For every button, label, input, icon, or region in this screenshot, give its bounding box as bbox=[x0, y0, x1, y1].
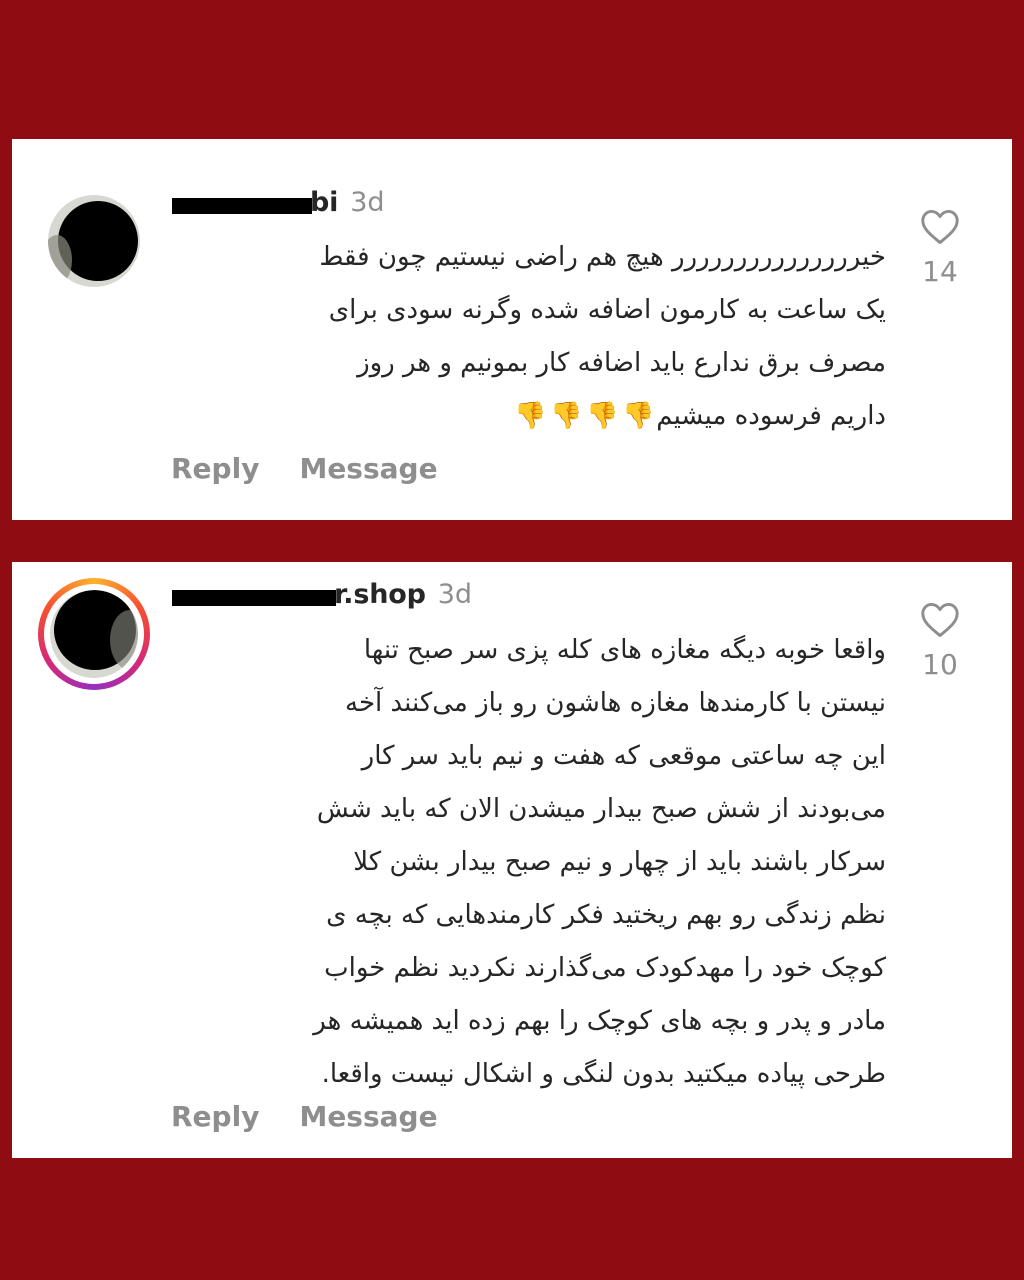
avatar[interactable] bbox=[38, 578, 150, 690]
like-count: 14 bbox=[922, 255, 958, 288]
comment-actions: Reply Message bbox=[171, 452, 438, 485]
comment-line: مصرف برق ندارع باید اضافه کار بمونیم و ه… bbox=[357, 348, 886, 378]
thumbs-down-icon: 👎 bbox=[586, 401, 619, 431]
comment-line: واقعا خوبه دیگه مغازه های کله پزی سر صبح… bbox=[363, 635, 886, 665]
redaction-bar bbox=[172, 197, 312, 214]
comment-line: کوچک خود را مهدکودک می‌گذارند نکردید نظم… bbox=[324, 953, 886, 983]
username[interactable]: bi bbox=[172, 187, 338, 218]
heart-outline-icon[interactable] bbox=[910, 209, 970, 245]
redaction-bar bbox=[172, 589, 336, 606]
comment-header: r.shop 3d bbox=[172, 576, 472, 612]
comment-line: سرکار باشند باید از چهار و نیم صبح بیدار… bbox=[353, 847, 886, 877]
comment-text: واقعا خوبه دیگه مغازه های کله پزی سر صبح… bbox=[146, 624, 886, 1101]
avatar[interactable] bbox=[48, 195, 140, 287]
comment-line: خیررررررررررررررر هیچ هم راضی نیستیم چون… bbox=[319, 242, 886, 272]
comment-line: داریم فرسوده میشیم 👎👎👎👎 bbox=[166, 390, 886, 443]
comment-line: نظم زندگی رو بهم ریختید فکر کارمندهایی ک… bbox=[326, 900, 886, 930]
comment-card: r.shop 3d واقعا خوبه دیگه مغازه های کله … bbox=[12, 562, 1012, 1158]
comment-line: طرحی پیاده میکتید بدون لنگی و اشکال نیست… bbox=[321, 1059, 886, 1089]
comment-line: نیستن با کارمندها مغازه هاشون رو باز می‌… bbox=[345, 688, 886, 718]
heart-outline-icon[interactable] bbox=[910, 602, 970, 638]
username[interactable]: r.shop bbox=[172, 579, 426, 610]
message-button[interactable]: Message bbox=[299, 1100, 437, 1133]
reply-button[interactable]: Reply bbox=[171, 1100, 259, 1133]
comment-line: این چه ساعتی موقعی که هفت و نیم باید سر … bbox=[361, 741, 886, 771]
comment-text: خیررررررررررررررر هیچ هم راضی نیستیم چون… bbox=[166, 231, 886, 443]
thumbs-down-icon: 👎 bbox=[514, 401, 547, 431]
comment-actions: Reply Message bbox=[171, 1100, 438, 1133]
comment-line: می‌بودند از شش صبح بیدار میشدن الان که ب… bbox=[316, 794, 886, 824]
like-control: 14 bbox=[910, 209, 970, 288]
thumbs-down-icon: 👎 bbox=[550, 401, 583, 431]
comment-card: bi 3d خیررررررررررررررر هیچ هم راضی نیست… bbox=[12, 139, 1012, 520]
comment-header: bi 3d bbox=[172, 184, 385, 220]
like-control: 10 bbox=[910, 602, 970, 681]
reply-button[interactable]: Reply bbox=[171, 452, 259, 485]
like-count: 10 bbox=[922, 648, 958, 681]
comment-time: 3d bbox=[350, 186, 385, 218]
thumbs-down-icon: 👎 bbox=[622, 401, 655, 431]
comment-time: 3d bbox=[437, 578, 473, 610]
comment-line: مادر و پدر و بچه های کوچک را بهم زده اید… bbox=[313, 1006, 886, 1036]
message-button[interactable]: Message bbox=[299, 452, 437, 485]
comment-line: یک ساعت به کارمون اضافه شده وگرنه سودی ب… bbox=[328, 295, 886, 325]
